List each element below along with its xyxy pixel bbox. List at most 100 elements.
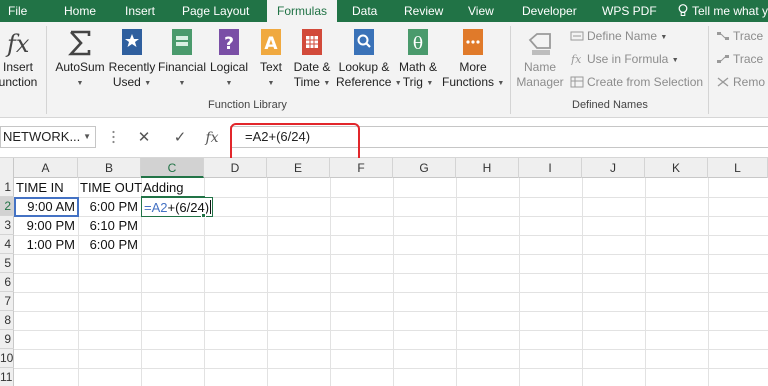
chevron-down-icon[interactable]: ▼ (83, 127, 91, 147)
trace-precedents-button[interactable]: Trace (716, 29, 763, 43)
star-book-icon (122, 29, 142, 55)
gridline (14, 330, 768, 331)
enter-check-icon[interactable]: ✓ (170, 128, 190, 148)
svg-text:fx: fx (570, 53, 582, 65)
name-box[interactable]: NETWORK... ▼ (0, 126, 96, 148)
gridline (582, 178, 583, 386)
row-header-selected[interactable]: 2 (0, 197, 14, 217)
row-header[interactable]: 9 (0, 330, 14, 350)
column-header[interactable]: H (456, 158, 519, 178)
gridline (393, 178, 394, 386)
row-header[interactable]: 10 (0, 349, 14, 369)
svg-text:?: ? (224, 34, 234, 54)
formula-bar-grip-icon[interactable] (112, 130, 115, 144)
column-header[interactable]: F (330, 158, 393, 178)
gridline (14, 368, 768, 369)
trace-dependents-icon (717, 55, 729, 63)
gridline (519, 178, 520, 386)
more-functions-button[interactable]: More Functions ▼ (442, 26, 504, 91)
insert-function-fx-icon[interactable]: fx (202, 128, 222, 148)
autosum-button[interactable]: AutoSum ▼ (54, 26, 106, 91)
create-from-selection-button[interactable]: Create from Selection (570, 75, 703, 89)
column-header[interactable]: I (519, 158, 582, 178)
cell-a4[interactable]: 1:00 PM (14, 235, 78, 254)
gridline (267, 178, 268, 386)
cell-b1[interactable]: TIME OUT (78, 178, 142, 197)
tab-review[interactable]: Review (404, 0, 443, 22)
row-header[interactable]: 8 (0, 311, 14, 331)
cell-area[interactable]: TIME IN TIME OUT Adding 9:00 AM 6:00 PM … (14, 178, 768, 386)
tab-formulas[interactable]: Formulas (267, 0, 338, 22)
column-header[interactable]: B (78, 158, 141, 178)
trace-dependents-button[interactable]: Trace (716, 52, 763, 66)
define-name-button[interactable]: Define Name ▼ (570, 29, 667, 43)
cell-a3[interactable]: 9:00 PM (14, 216, 78, 235)
svg-text:fx: fx (5, 30, 30, 58)
row-headers: 1 2 3 4 5 6 7 8 9 10 11 (0, 178, 14, 386)
column-header-selected[interactable]: C (141, 158, 204, 178)
tab-developer[interactable]: Developer (522, 0, 577, 22)
tell-me-label: Tell me what y (692, 4, 768, 18)
column-header[interactable]: A (14, 158, 78, 178)
lookup-reference-button[interactable]: Lookup & Reference ▼ (336, 26, 402, 91)
gridline (645, 178, 646, 386)
column-header[interactable]: D (204, 158, 267, 178)
svg-text:A: A (264, 34, 278, 54)
sigma-icon (68, 30, 91, 56)
define-name-icon (570, 31, 584, 41)
tab-wps-pdf[interactable]: WPS PDF (602, 0, 657, 22)
fill-handle[interactable] (201, 213, 206, 218)
cell-b2[interactable]: 6:00 PM (78, 197, 141, 216)
row-header[interactable]: 11 (0, 368, 14, 386)
select-all-corner[interactable] (0, 158, 14, 178)
cell-c1[interactable]: Adding (141, 178, 204, 197)
tab-page-layout[interactable]: Page Layout (182, 0, 249, 22)
remove-arrows-button[interactable]: Remo (716, 75, 765, 89)
date-time-button[interactable]: Date & Time ▼ (290, 26, 334, 91)
row-header[interactable]: 3 (0, 216, 14, 236)
math-trig-button[interactable]: θ Math & Trig ▼ (396, 26, 440, 91)
gridline (456, 178, 457, 386)
cell-b4[interactable]: 6:00 PM (78, 235, 141, 254)
gridline (708, 178, 709, 386)
create-from-selection-icon (570, 76, 584, 88)
gridline (330, 178, 331, 386)
row-header[interactable]: 4 (0, 235, 14, 255)
function-library-group-label: Function Library (208, 99, 287, 111)
tab-view[interactable]: View (468, 0, 494, 22)
tab-data[interactable]: Data (352, 0, 377, 22)
cell-b3[interactable]: 6:10 PM (78, 216, 141, 235)
gridline (14, 349, 768, 350)
column-headers: A B C D E F G H I J K L (0, 158, 768, 178)
row-header[interactable]: 7 (0, 292, 14, 312)
insert-function-button[interactable]: fx Insert unction (0, 26, 40, 90)
tell-me-search[interactable]: Tell me what y (678, 0, 768, 22)
column-header[interactable]: L (708, 158, 768, 178)
recently-used-button[interactable]: Recently Used ▼ (108, 26, 156, 91)
tab-file[interactable]: File (8, 0, 27, 22)
text-book-icon: A (261, 29, 281, 55)
column-header[interactable]: E (267, 158, 330, 178)
tab-insert[interactable]: Insert (125, 0, 155, 22)
row-header[interactable]: 1 (0, 178, 14, 198)
lightbulb-icon (678, 4, 688, 16)
name-manager-button[interactable]: Name Manager (514, 26, 566, 90)
name-tag-icon (528, 33, 551, 55)
column-header[interactable]: J (582, 158, 645, 178)
row-header[interactable]: 6 (0, 273, 14, 293)
gridline (14, 292, 768, 293)
column-header[interactable]: K (645, 158, 708, 178)
tab-home[interactable]: Home (64, 0, 96, 22)
financial-book-icon (172, 29, 192, 55)
cell-a1[interactable]: TIME IN (14, 178, 78, 197)
financial-button[interactable]: Financial ▼ (158, 26, 206, 91)
cancel-icon[interactable]: ✕ (134, 128, 154, 148)
row-header[interactable]: 5 (0, 254, 14, 274)
text-functions-button[interactable]: A Text ▼ (254, 26, 288, 91)
cell-a2[interactable]: 9:00 AM (14, 197, 78, 216)
use-in-formula-button[interactable]: fx Use in Formula ▼ (570, 52, 679, 66)
worksheet-grid[interactable]: A B C D E F G H I J K L 1 2 3 4 5 6 7 8 … (0, 158, 768, 386)
text-cursor (210, 200, 212, 214)
logical-button[interactable]: ? Logical ▼ (208, 26, 250, 91)
column-header[interactable]: G (393, 158, 456, 178)
